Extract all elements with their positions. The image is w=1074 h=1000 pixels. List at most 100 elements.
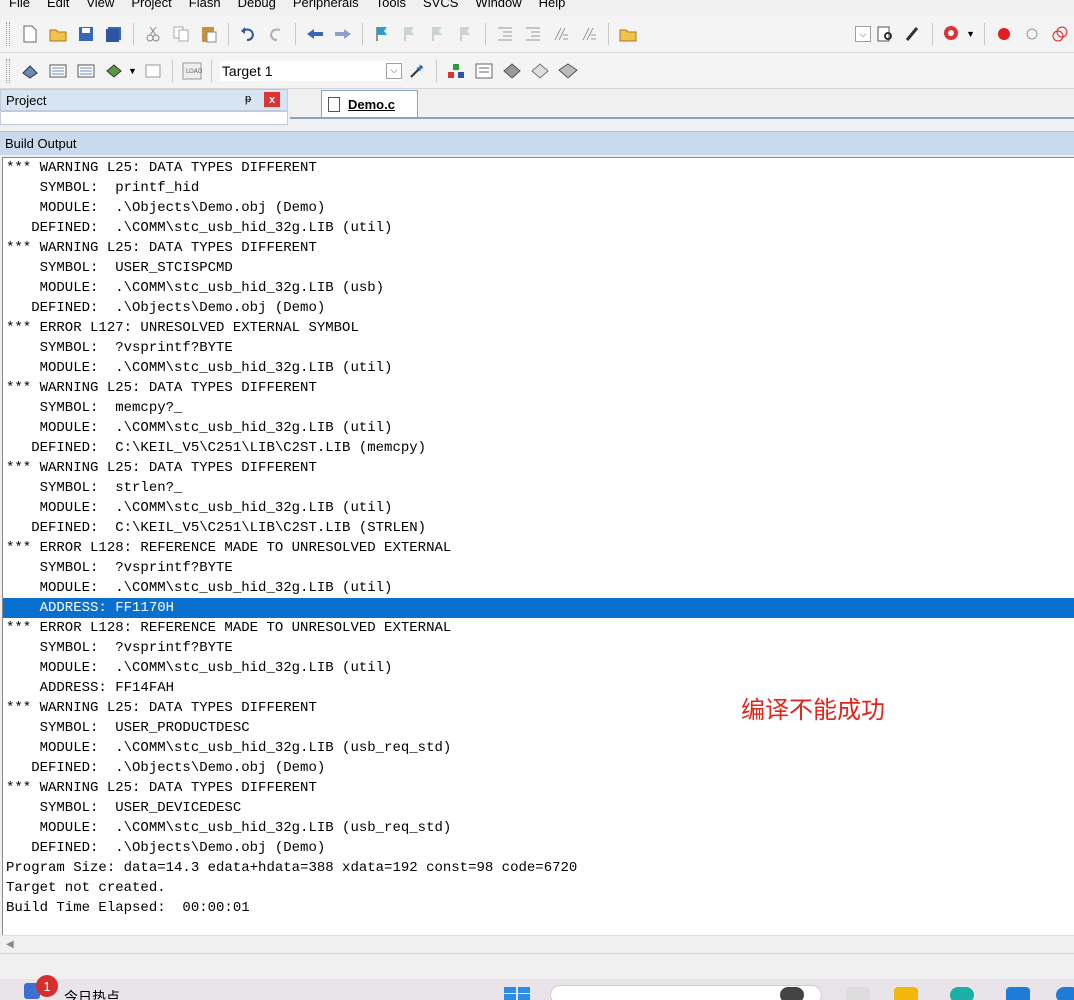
unindent-icon[interactable] [522, 23, 544, 45]
pin-icon[interactable]: ᵽ [245, 93, 251, 105]
debug-session-icon[interactable] [941, 23, 963, 45]
output-line[interactable]: MODULE: .\COMM\stc_usb_hid_32g.LIB (util… [3, 578, 1074, 598]
save-all-icon[interactable] [103, 23, 125, 45]
rebuild-icon[interactable] [75, 60, 97, 82]
breakpoint-disable-icon[interactable] [1021, 23, 1043, 45]
find-icon[interactable] [874, 23, 896, 45]
output-line[interactable]: *** ERROR L127: UNRESOLVED EXTERNAL SYMB… [3, 318, 1074, 338]
pack-installer-icon[interactable] [529, 60, 551, 82]
output-line[interactable]: MODULE: .\COMM\stc_usb_hid_32g.LIB (util… [3, 658, 1074, 678]
nav-forward-icon[interactable] [332, 23, 354, 45]
comment-icon[interactable] [550, 23, 572, 45]
output-line[interactable]: MODULE: .\Objects\Demo.obj (Demo) [3, 198, 1074, 218]
output-line[interactable]: SYMBOL: ?vsprintf?BYTE [3, 338, 1074, 358]
menu-flash[interactable]: Flash [189, 0, 221, 10]
cut-icon[interactable] [142, 23, 164, 45]
menu-edit[interactable]: Edit [47, 0, 69, 10]
open-folder-icon[interactable] [47, 23, 69, 45]
tab-demo-c[interactable]: Demo.c [321, 90, 418, 117]
output-line[interactable]: *** WARNING L25: DATA TYPES DIFFERENT [3, 698, 1074, 718]
output-line[interactable]: MODULE: .\COMM\stc_usb_hid_32g.LIB (util… [3, 358, 1074, 378]
output-line[interactable]: DEFINED: .\COMM\stc_usb_hid_32g.LIB (uti… [3, 218, 1074, 238]
output-line[interactable]: *** WARNING L25: DATA TYPES DIFFERENT [3, 458, 1074, 478]
bookmark-clear-icon[interactable] [455, 23, 477, 45]
output-line[interactable]: Target not created. [3, 878, 1074, 898]
output-line[interactable]: SYMBOL: ?vsprintf?BYTE [3, 558, 1074, 578]
output-line[interactable]: MODULE: .\COMM\stc_usb_hid_32g.LIB (usb_… [3, 738, 1074, 758]
translate-icon[interactable] [19, 60, 41, 82]
menu-svcs[interactable]: SVCS [423, 0, 458, 10]
output-line[interactable]: *** WARNING L25: DATA TYPES DIFFERENT [3, 778, 1074, 798]
components-icon[interactable] [557, 60, 579, 82]
output-line[interactable]: *** WARNING L25: DATA TYPES DIFFERENT [3, 158, 1074, 178]
build-output-pane[interactable]: *** WARNING L25: DATA TYPES DIFFERENT SY… [2, 157, 1074, 935]
find-in-files-icon[interactable] [617, 23, 639, 45]
new-file-icon[interactable] [19, 23, 41, 45]
bookmark-prev-icon[interactable] [399, 23, 421, 45]
file-extensions-icon[interactable] [445, 60, 467, 82]
scroll-left-icon[interactable]: ◀ [6, 939, 14, 950]
output-line[interactable]: SYMBOL: ?vsprintf?BYTE [3, 638, 1074, 658]
menu-tools[interactable]: Tools [376, 0, 406, 10]
redo-icon[interactable] [265, 23, 287, 45]
batch-build-icon[interactable] [103, 60, 125, 82]
menu-debug[interactable]: Debug [238, 0, 276, 10]
output-line[interactable]: Build Time Elapsed: 00:00:01 [3, 898, 1074, 918]
indent-icon[interactable] [494, 23, 516, 45]
close-icon[interactable]: x [264, 92, 280, 107]
output-line[interactable]: Program Size: data=14.3 edata+hdata=388 … [3, 858, 1074, 878]
undo-icon[interactable] [237, 23, 259, 45]
project-panel-tabs[interactable] [0, 111, 288, 125]
target-select[interactable]: Target 1 ⌵ [218, 59, 403, 82]
output-line[interactable]: MODULE: .\COMM\stc_usb_hid_32g.LIB (usb) [3, 278, 1074, 298]
horizontal-scrollbar[interactable]: ◀ [2, 935, 1074, 953]
menu-view[interactable]: View [86, 0, 114, 10]
output-line[interactable]: ADDRESS: FF14FAH [3, 678, 1074, 698]
output-line[interactable]: SYMBOL: memcpy?_ [3, 398, 1074, 418]
output-line[interactable]: MODULE: .\COMM\stc_usb_hid_32g.LIB (util… [3, 498, 1074, 518]
output-line[interactable]: DEFINED: .\Objects\Demo.obj (Demo) [3, 298, 1074, 318]
paste-icon[interactable] [198, 23, 220, 45]
news-widget-label[interactable]: 今日热点 [64, 987, 120, 1000]
menu-peripherals[interactable]: Peripherals [293, 0, 359, 10]
bookmark-icon[interactable] [371, 23, 393, 45]
output-line[interactable]: *** WARNING L25: DATA TYPES DIFFERENT [3, 238, 1074, 258]
save-icon[interactable] [75, 23, 97, 45]
output-line[interactable]: SYMBOL: USER_PRODUCTDESC [3, 718, 1074, 738]
nav-back-icon[interactable] [304, 23, 326, 45]
store-icon[interactable] [1006, 987, 1030, 1000]
output-line[interactable]: DEFINED: .\Objects\Demo.obj (Demo) [3, 758, 1074, 778]
file-explorer-icon[interactable] [894, 987, 918, 1000]
output-line[interactable]: SYMBOL: USER_STCISPCMD [3, 258, 1074, 278]
taskbar-app-icon[interactable] [1056, 987, 1074, 1000]
output-line[interactable]: DEFINED: .\Objects\Demo.obj (Demo) [3, 838, 1074, 858]
breakpoints-kill-icon[interactable] [1049, 23, 1071, 45]
manage-components-icon[interactable] [473, 60, 495, 82]
windows-start-icon[interactable] [504, 987, 530, 1000]
menu-help[interactable]: Help [539, 0, 566, 10]
output-line[interactable]: MODULE: .\COMM\stc_usb_hid_32g.LIB (util… [3, 418, 1074, 438]
output-line[interactable]: DEFINED: C:\KEIL_V5\C251\LIB\C2ST.LIB (m… [3, 438, 1074, 458]
dropdown-arrow-icon[interactable]: ⌵ [855, 26, 872, 42]
bookmark-next-icon[interactable] [427, 23, 449, 45]
select-packs-icon[interactable] [501, 60, 523, 82]
output-line[interactable]: DEFINED: C:\KEIL_V5\C251\LIB\C2ST.LIB (S… [3, 518, 1074, 538]
taskbar-app-icon[interactable] [780, 987, 804, 1000]
target-options-icon[interactable] [406, 60, 428, 82]
output-line[interactable]: SYMBOL: strlen?_ [3, 478, 1074, 498]
output-line[interactable]: *** ERROR L128: REFERENCE MADE TO UNRESO… [3, 618, 1074, 638]
output-line[interactable]: *** ERROR L128: REFERENCE MADE TO UNRESO… [3, 538, 1074, 558]
output-line[interactable]: ADDRESS: FF1170H [3, 598, 1074, 618]
dropdown-arrow-icon[interactable]: ⌵ [385, 62, 402, 79]
output-line[interactable]: MODULE: .\COMM\stc_usb_hid_32g.LIB (usb_… [3, 818, 1074, 838]
incremental-find-icon[interactable] [902, 23, 924, 45]
menu-project[interactable]: Project [131, 0, 171, 10]
toolbar-grip[interactable] [6, 22, 10, 46]
uncomment-icon[interactable] [578, 23, 600, 45]
breakpoint-icon[interactable] [993, 23, 1015, 45]
build-icon[interactable] [47, 60, 69, 82]
download-icon[interactable]: LOAD [181, 60, 203, 82]
copy-icon[interactable] [170, 23, 192, 45]
output-line[interactable]: SYMBOL: USER_DEVICEDESC [3, 798, 1074, 818]
taskbar-app-icon[interactable] [846, 987, 870, 1000]
